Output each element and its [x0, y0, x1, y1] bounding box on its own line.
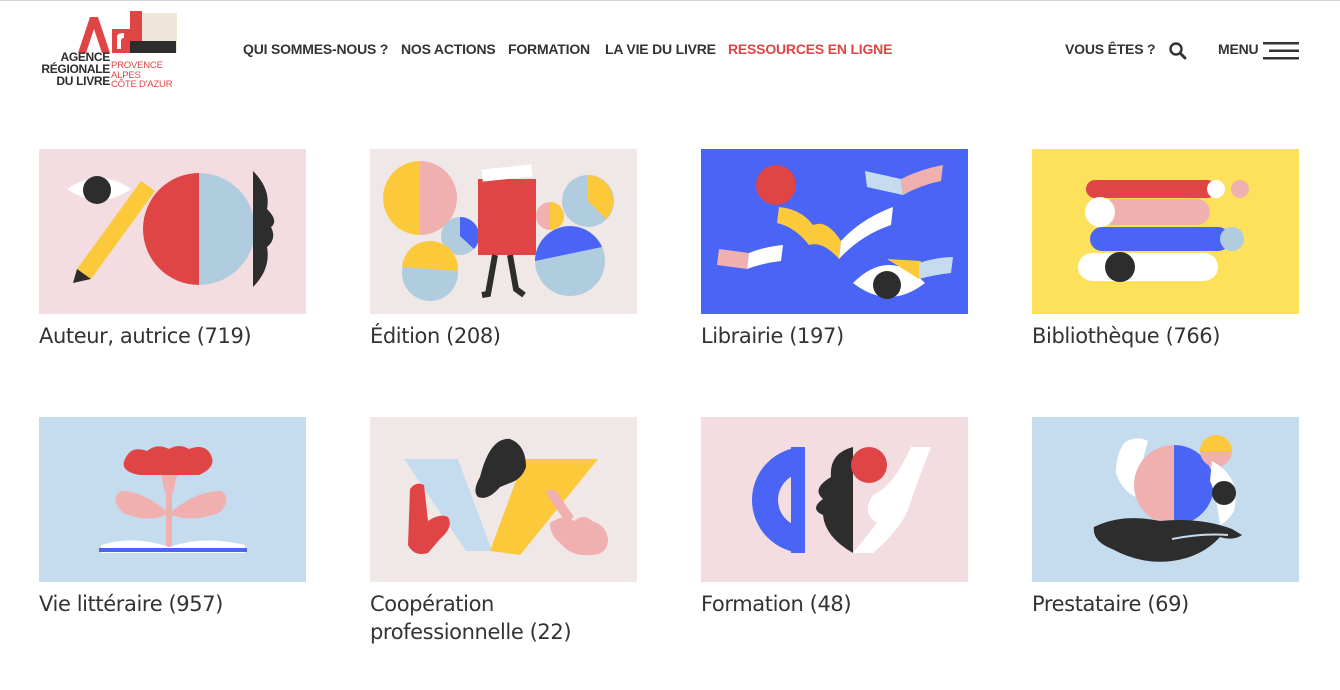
vie-litteraire-illustration — [39, 417, 306, 582]
menu-label[interactable]: MENU — [1218, 41, 1259, 57]
site-logo[interactable]: AGENCE RÉGIONALE DU LIVRE PROVENCE ALPES… — [38, 11, 183, 93]
nav-qui-sommes-nous[interactable]: QUI SOMMES-NOUS ? — [243, 41, 388, 57]
cooperation-illustration — [370, 417, 637, 582]
category-title: Librairie (197) — [701, 324, 844, 348]
category-card-vie-litteraire[interactable]: Vie littéraire (957) — [39, 417, 306, 618]
category-card-prestataire[interactable]: Prestataire (69) — [1032, 417, 1299, 618]
category-card-edition[interactable]: Édition (208) — [370, 149, 637, 350]
auteur-illustration — [39, 149, 306, 314]
category-title: Prestataire (69) — [1032, 592, 1189, 616]
category-title: Auteur, autrice (719) — [39, 324, 252, 348]
logo-name-line: DU LIVRE — [56, 74, 110, 88]
category-title: Coopération professionnelle (22) — [370, 592, 572, 644]
prestataire-illustration — [1032, 417, 1299, 582]
category-title: Édition (208) — [370, 324, 501, 348]
nav-ressources-en-ligne[interactable]: RESSOURCES EN LIGNE — [728, 41, 892, 57]
vous-etes-button[interactable]: VOUS ÊTES ? — [1065, 41, 1156, 57]
bibliotheque-illustration — [1032, 149, 1299, 314]
nav-la-vie-du-livre[interactable]: LA VIE DU LIVRE — [605, 41, 716, 57]
category-card-bibliotheque[interactable]: Bibliothèque (766) — [1032, 149, 1299, 350]
category-title: Vie littéraire (957) — [39, 592, 223, 616]
category-title: Bibliothèque (766) — [1032, 324, 1221, 348]
category-card-formation[interactable]: Formation (48) — [701, 417, 968, 618]
librairie-illustration — [701, 149, 968, 314]
logo-region: PROVENCE ALPES CÔTE D'AZUR — [111, 61, 173, 90]
logo-name: AGENCE RÉGIONALE DU LIVRE — [38, 51, 110, 87]
search-icon[interactable] — [1168, 41, 1188, 61]
logo-region-line: CÔTE D'AZUR — [111, 79, 173, 90]
nav-formation[interactable]: FORMATION — [508, 41, 590, 57]
category-card-auteur[interactable]: Auteur, autrice (719) — [39, 149, 306, 350]
category-card-librairie[interactable]: Librairie (197) — [701, 149, 968, 350]
hamburger-menu-icon[interactable] — [1263, 41, 1299, 61]
formation-illustration — [701, 417, 968, 582]
category-title: Formation (48) — [701, 592, 852, 616]
edition-illustration — [370, 149, 637, 314]
nav-nos-actions[interactable]: NOS ACTIONS — [401, 41, 496, 57]
category-card-cooperation[interactable]: Coopération professionnelle (22) — [370, 417, 637, 646]
